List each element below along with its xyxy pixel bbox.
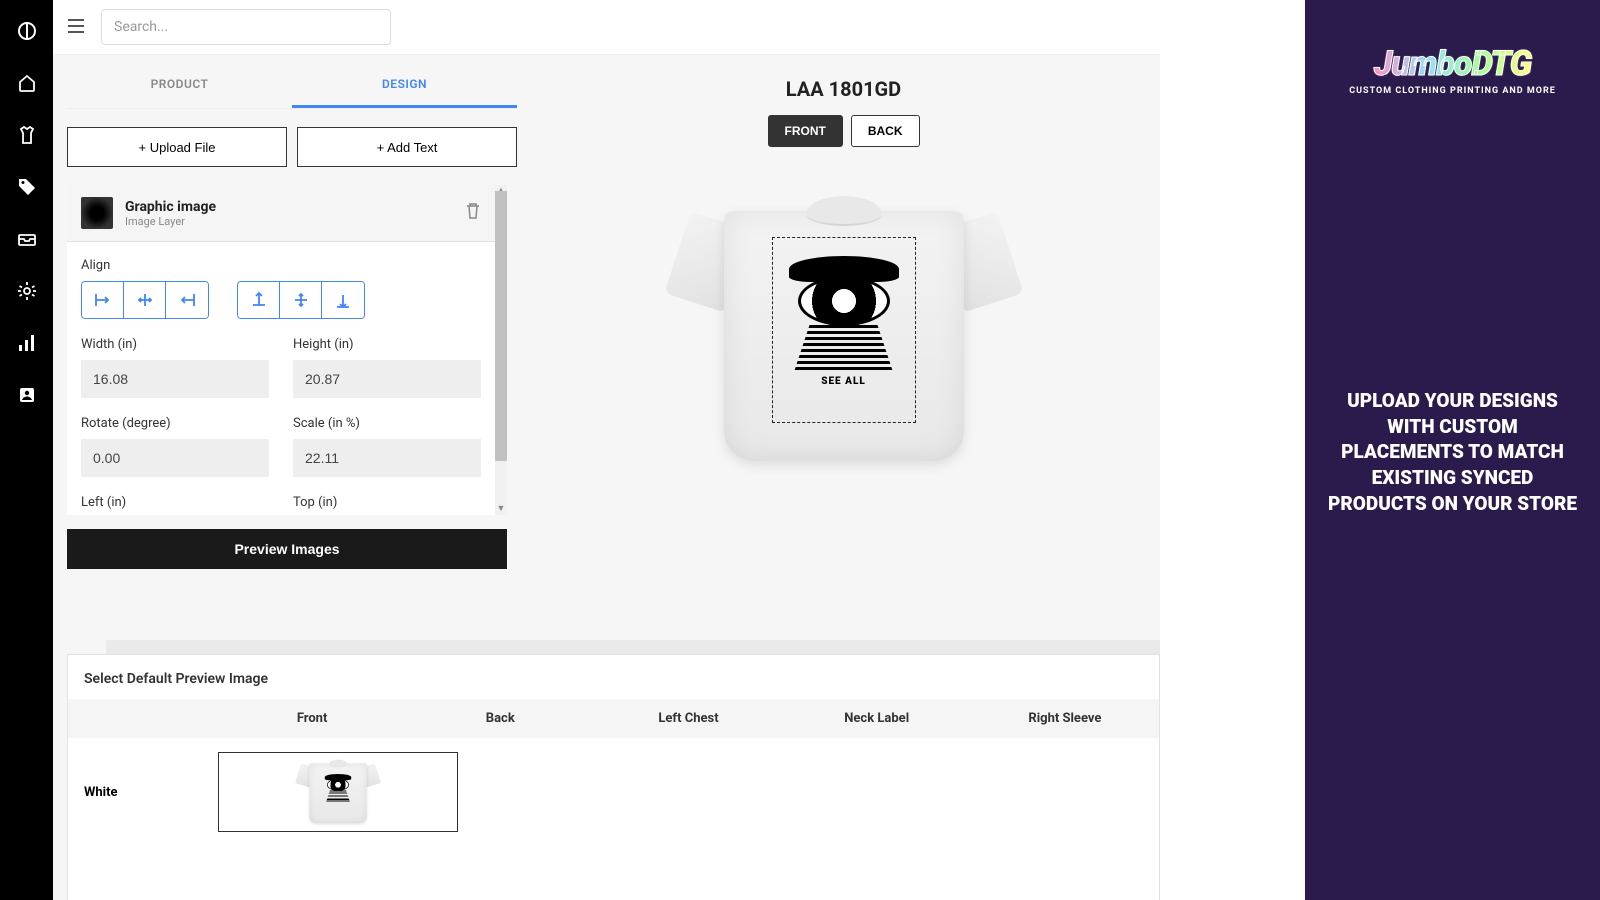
design-panel: PRODUCT DESIGN + Upload File + Add Text …: [67, 55, 517, 569]
main-area: Search... PRODUCT DESIGN + Upload File +…: [53, 0, 1160, 900]
promo-sidebar: JumboDTG CUSTOM CLOTHING PRINTING AND MO…: [1305, 0, 1600, 900]
front-view-button[interactable]: FRONT: [768, 115, 843, 147]
table-header: Front Back Left Chest Neck Label Right S…: [68, 699, 1159, 738]
mockup-panel: LAA 1801GD FRONT BACK SEE A: [541, 55, 1146, 569]
hamburger-icon[interactable]: [67, 18, 85, 37]
top-label: Top (in): [293, 495, 481, 510]
trash-icon[interactable]: [465, 202, 481, 224]
product-title: LAA 1801GD: [786, 77, 901, 101]
align-vcenter-icon[interactable]: [280, 282, 322, 318]
preview-table-section: Select Default Preview Image Front Back …: [67, 654, 1160, 900]
inbox-icon[interactable]: [16, 228, 38, 250]
height-input[interactable]: [293, 360, 481, 398]
promo-message: UPLOAD YOUR DESIGNS WITH CUSTOM PLACEMEN…: [1327, 388, 1578, 516]
preview-table: Front Back Left Chest Neck Label Right S…: [68, 699, 1159, 864]
col-necklabel: Neck Label: [783, 711, 971, 726]
scale-label: Scale (in %): [293, 416, 481, 431]
layer-subtitle: Image Layer: [125, 215, 216, 228]
brand-logo: JumboDTG CUSTOM CLOTHING PRINTING AND MO…: [1327, 32, 1578, 108]
upload-file-button[interactable]: + Upload File: [67, 127, 287, 167]
shirt-icon[interactable]: [16, 124, 38, 146]
design-graphic[interactable]: SEE ALL: [783, 256, 905, 404]
table-row: White: [68, 738, 1159, 864]
chart-icon[interactable]: [16, 332, 38, 354]
layer-scroll-panel: Graphic image Image Layer Align: [67, 185, 507, 515]
view-toggle: FRONT BACK: [768, 115, 920, 147]
section-title: Select Default Preview Image: [68, 655, 1159, 699]
layer-header[interactable]: Graphic image Image Layer: [67, 185, 495, 242]
height-label: Height (in): [293, 337, 481, 352]
logo-icon[interactable]: [16, 20, 38, 42]
action-row: + Upload File + Add Text: [67, 127, 517, 167]
tab-design[interactable]: DESIGN: [292, 63, 517, 108]
home-icon[interactable]: [16, 72, 38, 94]
col-leftchest: Left Chest: [594, 711, 782, 726]
col-rightsleeve: Right Sleeve: [971, 711, 1159, 726]
rotate-input[interactable]: [81, 439, 269, 477]
align-top-icon[interactable]: [238, 282, 280, 318]
layer-thumbnail: [81, 197, 113, 229]
scroll-down-icon[interactable]: ▼: [495, 503, 507, 515]
preview-thumb-front[interactable]: [218, 752, 458, 832]
content-area: PRODUCT DESIGN + Upload File + Add Text …: [53, 55, 1160, 569]
preview-images-button[interactable]: Preview Images: [67, 529, 507, 569]
graphic-caption: SEE ALL: [783, 376, 905, 387]
align-bottom-icon[interactable]: [322, 282, 364, 318]
add-text-button[interactable]: + Add Text: [297, 127, 517, 167]
back-view-button[interactable]: BACK: [851, 115, 920, 147]
width-label: Width (in): [81, 337, 269, 352]
top-bar: Search...: [53, 0, 1160, 55]
scale-input[interactable]: [293, 439, 481, 477]
col-front: Front: [218, 711, 406, 726]
width-input[interactable]: [81, 360, 269, 398]
search-input[interactable]: Search...: [101, 9, 391, 45]
print-area[interactable]: SEE ALL: [772, 237, 916, 423]
row-color-label: White: [68, 785, 218, 800]
left-label: Left (in): [81, 495, 269, 510]
h-align-group: [81, 281, 209, 319]
v-align-group: [237, 281, 365, 319]
tshirt-mockup: SEE ALL: [674, 191, 1014, 471]
brand-tagline: CUSTOM CLOTHING PRINTING AND MORE: [1349, 86, 1556, 96]
transform-form: Align: [67, 242, 495, 515]
scrollbar-thumb[interactable]: [495, 191, 507, 461]
gear-icon[interactable]: [16, 280, 38, 302]
rotate-label: Rotate (degree): [81, 416, 269, 431]
user-icon[interactable]: [16, 384, 38, 406]
mockup-canvas[interactable]: SEE ALL: [664, 171, 1024, 491]
tab-product[interactable]: PRODUCT: [67, 63, 292, 108]
brand-name: JumboDTG: [1374, 44, 1531, 84]
side-nav: [0, 0, 53, 900]
col-back: Back: [406, 711, 594, 726]
align-right-icon[interactable]: [166, 282, 208, 318]
section-gap: [106, 640, 1160, 654]
layer-title: Graphic image: [125, 199, 216, 215]
align-left-icon[interactable]: [82, 282, 124, 318]
tab-bar: PRODUCT DESIGN: [67, 63, 517, 109]
search-placeholder: Search...: [114, 19, 168, 35]
align-hcenter-icon[interactable]: [124, 282, 166, 318]
tag-icon[interactable]: [16, 176, 38, 198]
align-label: Align: [81, 258, 481, 273]
